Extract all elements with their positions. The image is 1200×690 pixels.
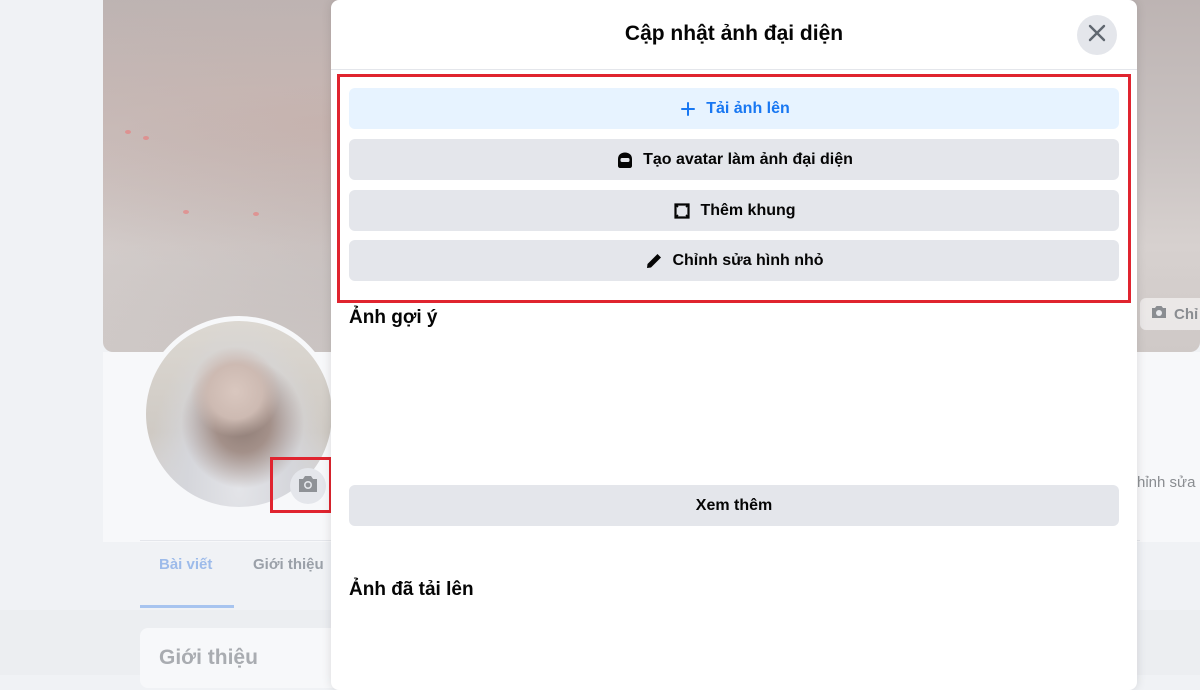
tab-posts[interactable]: Bài viết xyxy=(159,556,212,573)
upload-photo-label: Tải ảnh lên xyxy=(706,99,790,117)
edit-cover-label: Chỉ xyxy=(1174,305,1199,323)
edit-cover-button[interactable]: Chỉ xyxy=(1140,298,1200,330)
add-frame-button[interactable]: Thêm khung xyxy=(349,190,1119,231)
plus-icon xyxy=(678,99,698,119)
close-button[interactable] xyxy=(1077,15,1117,55)
cover-photo-light xyxy=(253,212,259,216)
cover-photo-light xyxy=(143,136,149,140)
dialog-title: Cập nhật ảnh đại diện xyxy=(624,22,844,45)
camera-icon xyxy=(1150,304,1168,324)
see-more-label: Xem thêm xyxy=(695,496,773,514)
highlight-box-avatar-camera xyxy=(270,457,332,513)
avatar-face-icon xyxy=(615,150,635,170)
intro-card-title: Giới thiệu xyxy=(159,646,258,669)
cover-photo-light xyxy=(183,210,189,214)
suggested-photos-title: Ảnh gợi ý xyxy=(349,307,438,328)
cover-photo-light xyxy=(125,130,131,134)
uploaded-photos-title: Ảnh đã tải lên xyxy=(349,579,474,600)
tab-about[interactable]: Giới thiệu xyxy=(253,556,324,573)
create-avatar-button[interactable]: Tạo avatar làm ảnh đại diện xyxy=(349,139,1119,180)
edit-thumbnail-label: Chỉnh sửa hình nhỏ xyxy=(672,251,824,269)
update-avatar-dialog: Cập nhật ảnh đại diện Tải ảnh lên Tạo av… xyxy=(331,0,1137,690)
edit-profile-label: hỉnh sửa xyxy=(1137,473,1196,491)
frame-icon xyxy=(672,201,692,221)
active-tab-indicator xyxy=(140,605,234,608)
edit-thumbnail-button[interactable]: Chỉnh sửa hình nhỏ xyxy=(349,240,1119,281)
create-avatar-label: Tạo avatar làm ảnh đại diện xyxy=(643,150,853,168)
see-more-button[interactable]: Xem thêm xyxy=(349,485,1119,526)
add-frame-label: Thêm khung xyxy=(700,201,796,219)
dialog-header: Cập nhật ảnh đại diện xyxy=(331,0,1137,70)
close-icon xyxy=(1088,24,1106,47)
edit-profile-button[interactable]: hỉnh sửa xyxy=(1137,467,1200,497)
pencil-icon xyxy=(644,251,664,271)
upload-photo-button[interactable]: Tải ảnh lên xyxy=(349,88,1119,129)
